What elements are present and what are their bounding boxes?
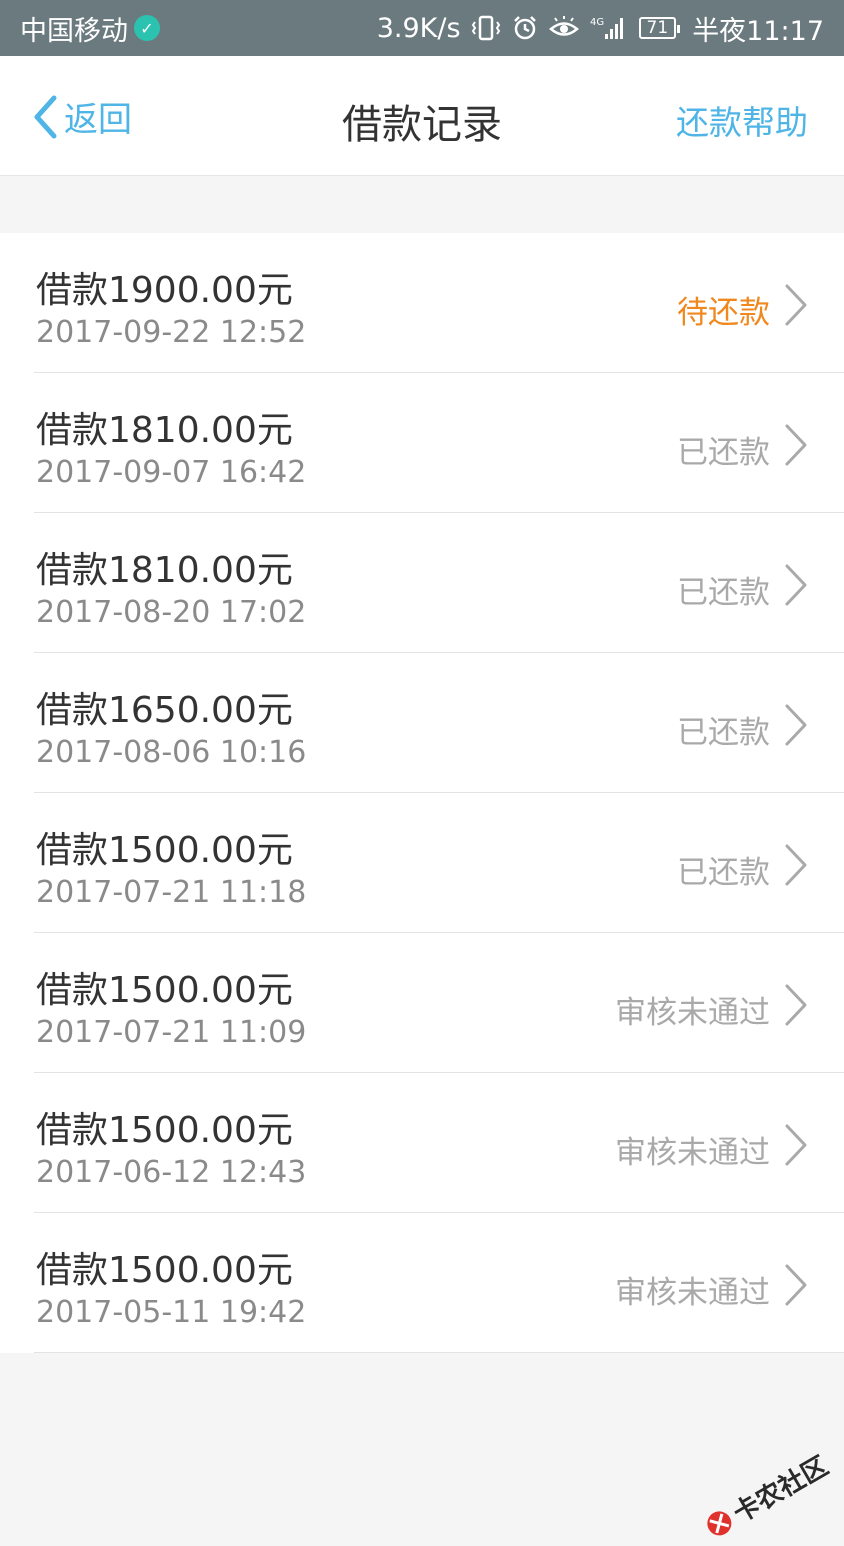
record-date: 2017-07-21 11:18 (36, 875, 307, 910)
chevron-right-icon (785, 564, 807, 606)
carrier-name: 中国移动 (20, 15, 128, 47)
eye-icon (548, 14, 579, 42)
loan-record-row[interactable]: 借款1650.00元 2017-08-06 10:16 已还款 (34, 653, 844, 793)
record-amount: 借款1500.00元 (36, 1250, 293, 1291)
network-speed: 3.9K/s (376, 12, 461, 44)
loan-record-row[interactable]: 借款1500.00元 2017-06-12 12:43 审核未通过 (34, 1073, 844, 1213)
record-amount: 借款1810.00元 (36, 550, 293, 591)
record-date: 2017-06-12 12:43 (36, 1155, 307, 1190)
record-date: 2017-08-06 10:16 (36, 735, 307, 770)
status-bar: 中国移动 ✓ 3.9K/s 4G 71 半夜11:17 (0, 0, 844, 56)
vibrate-icon (471, 14, 501, 42)
record-status: 审核未通过 (615, 1135, 770, 1171)
record-date: 2017-09-07 16:42 (36, 455, 307, 490)
record-status: 已还款 (677, 435, 770, 471)
chevron-right-icon (785, 284, 807, 326)
nav-bar: 返回 借款记录 还款帮助 (0, 56, 844, 176)
clock: 半夜11:17 (692, 15, 824, 47)
loan-record-row[interactable]: 借款1810.00元 2017-09-07 16:42 已还款 (34, 373, 844, 513)
record-amount: 借款1650.00元 (36, 690, 293, 731)
record-date: 2017-08-20 17:02 (36, 595, 307, 630)
record-amount: 借款1500.00元 (36, 830, 293, 871)
record-amount: 借款1900.00元 (36, 270, 293, 311)
chevron-right-icon (785, 1124, 807, 1166)
record-amount: 借款1810.00元 (36, 410, 293, 451)
record-amount: 借款1500.00元 (36, 970, 293, 1011)
loan-record-row[interactable]: 借款1810.00元 2017-08-20 17:02 已还款 (34, 513, 844, 653)
loan-record-row[interactable]: 借款1500.00元 2017-05-11 19:42 审核未通过 (34, 1213, 844, 1353)
record-status: 已还款 (677, 575, 770, 611)
loan-record-row[interactable]: 借款1500.00元 2017-07-21 11:09 审核未通过 (34, 933, 844, 1073)
record-date: 2017-09-22 12:52 (36, 315, 307, 350)
signal-4g-icon: 4G (589, 14, 629, 42)
chevron-right-icon (785, 704, 807, 746)
chevron-right-icon (785, 424, 807, 466)
loan-record-row[interactable]: 借款1500.00元 2017-07-21 11:18 已还款 (34, 793, 844, 933)
record-status: 待还款 (677, 295, 770, 331)
chevron-right-icon (785, 984, 807, 1026)
record-date: 2017-07-21 11:09 (36, 1015, 307, 1050)
record-date: 2017-05-11 19:42 (36, 1295, 307, 1330)
loan-record-row[interactable]: 借款1900.00元 2017-09-22 12:52 待还款 (34, 233, 844, 373)
repayment-help-button[interactable]: 还款帮助 (676, 96, 808, 144)
watermark-text: 卡农社区 (728, 1451, 834, 1530)
record-status: 审核未通过 (615, 995, 770, 1031)
record-amount: 借款1500.00元 (36, 1110, 293, 1151)
chevron-right-icon (785, 1264, 807, 1306)
carrier: 中国移动 ✓ (20, 9, 160, 48)
record-status: 审核未通过 (615, 1275, 770, 1311)
status-indicators: 3.9K/s 4G 71 半夜11:17 (377, 9, 824, 48)
loan-record-list: 借款1900.00元 2017-09-22 12:52 待还款借款1810.00元 2… (0, 233, 844, 1353)
alarm-icon (511, 14, 539, 42)
record-status: 已还款 (677, 715, 770, 751)
battery-icon: 71 (638, 17, 680, 39)
record-status: 已还款 (677, 855, 770, 891)
svg-text:4G: 4G (590, 17, 604, 28)
chevron-right-icon (785, 844, 807, 886)
verified-check-icon: ✓ (134, 15, 160, 41)
watermark: 卡农社区 (698, 1446, 834, 1546)
